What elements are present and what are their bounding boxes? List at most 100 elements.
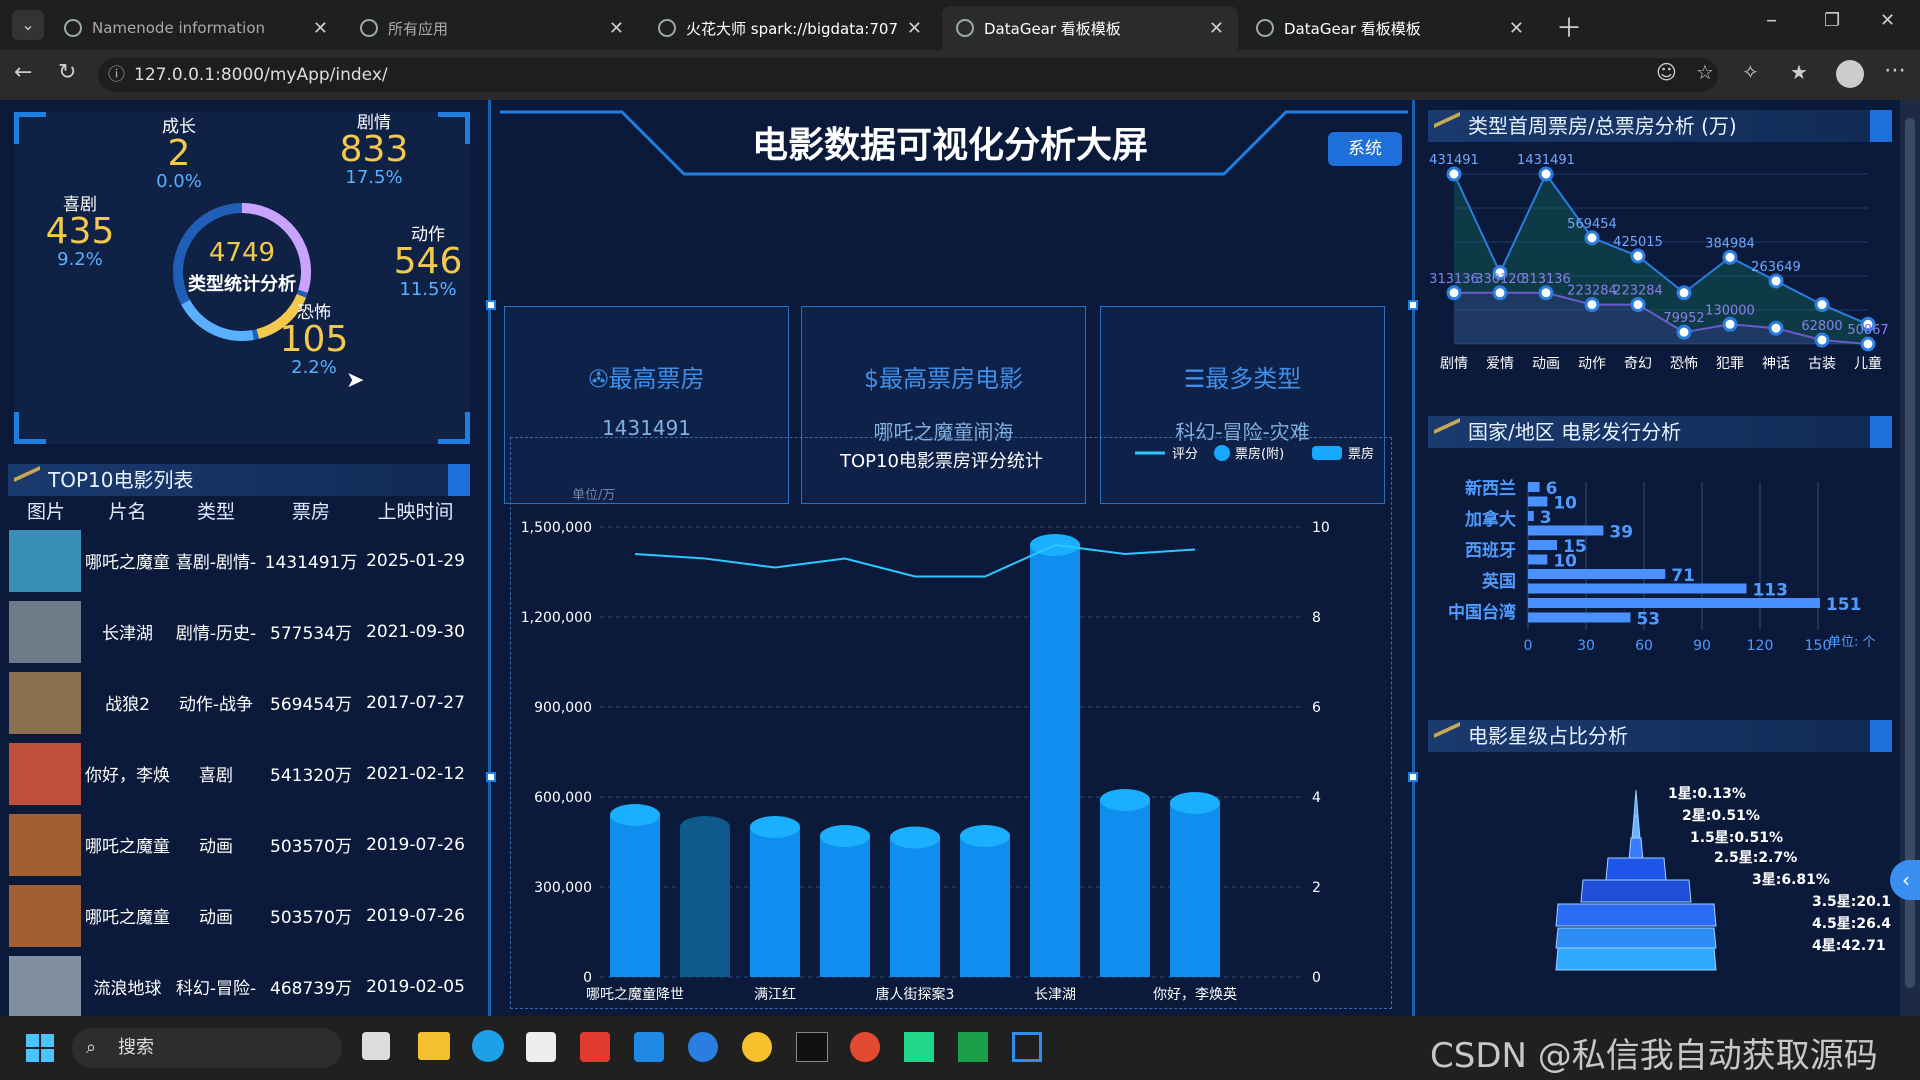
system-button[interactable]: 系统 [1328,132,1402,166]
table-row[interactable]: 长津湖 剧情-历史- 577534万 2021-09-30 [8,596,470,667]
new-tab-icon[interactable]: ＋ [1556,8,1582,45]
data-label: 263649 [1751,260,1801,275]
pyramid-layer [1631,815,1641,839]
globe-icon [658,19,676,37]
resize-handle[interactable] [486,300,496,310]
excel-icon[interactable] [958,1032,988,1062]
table-row[interactable]: 流浪地球 科幻-冒险- 468739万 2019-02-05 [8,951,470,1022]
y-tick-label: 300,000 [534,880,592,896]
poster-image [9,813,81,876]
scrollbar-thumb[interactable] [1905,118,1915,988]
data-label: 223284 [1613,284,1663,299]
task-view-icon[interactable] [362,1032,390,1060]
bar-cap [960,825,1010,847]
wps-icon[interactable] [580,1032,610,1062]
x-tick-label: 30 [1577,638,1595,654]
data-label: 431491 [1429,153,1479,168]
favorite-star-icon[interactable]: ☆ [1696,60,1714,84]
pyramid-label: 1星:0.13% [1668,786,1746,802]
bar-label: 10 [1553,494,1577,514]
country-release-chart: 0 30 60 90 120 15061033915107111315153新西兰加拿大西… [1448,478,1876,654]
tab-datagear-active[interactable]: DataGear 看板模板 ✕ [942,6,1238,50]
bar [1528,496,1548,507]
favorites-icon[interactable]: ★ [1790,60,1808,84]
side-collapse-icon[interactable]: ‹ [1890,860,1920,900]
windows-start-icon[interactable] [26,1034,54,1062]
data-label: 1431491 [1517,153,1575,168]
tab-title: Namenode information [92,19,266,37]
taskbar: ⌕ 搜索 CSDN @私信我自动获取源码 [0,1016,1920,1080]
table-row[interactable]: 哪吒之魔童 动画 503570万 2019-07-26 [8,880,470,951]
ring-item-comedy: 喜剧 435 9.2% [45,195,115,270]
x-tick-label: 60 [1635,638,1653,654]
tab-all-apps[interactable]: 所有应用 ✕ [346,6,638,50]
tab-menu-icon[interactable]: ⌄ [12,10,44,40]
cloud-app-icon[interactable] [688,1032,718,1062]
ring-item-action: 动作 546 11.5% [393,225,463,300]
app-icon[interactable] [634,1032,664,1062]
money-icon: $ [863,365,880,393]
url-field[interactable]: ⓘ 127.0.0.1:8000/myApp/index/ [98,58,1718,92]
movie-type: 喜剧-剧情- [175,553,257,573]
pycharm-icon[interactable] [904,1032,934,1062]
legend-dot [1214,445,1230,461]
close-tab-icon[interactable]: ✕ [907,18,922,39]
category-label: 英国 [1482,571,1516,592]
resize-handle[interactable] [486,772,496,782]
more-menu-icon[interactable]: ⋯ [1884,58,1906,83]
tab-datagear[interactable]: DataGear 看板模板 ✕ [1242,6,1538,50]
minimize-icon[interactable]: – [1766,8,1777,33]
back-icon[interactable]: ← [14,60,32,85]
y-tick-label: 0 [583,970,592,986]
edge-browser-icon[interactable] [472,1030,504,1062]
y2-tick-label: 8 [1312,610,1321,626]
pyramid-label: 2星:0.51% [1682,808,1760,824]
bar [890,837,940,977]
file-explorer-icon[interactable] [418,1032,450,1060]
resize-handle[interactable] [1408,772,1418,782]
pyramid-layer [1628,837,1644,861]
data-label: 79952 [1663,311,1704,326]
close-tab-icon[interactable]: ✕ [1209,18,1224,39]
close-tab-icon[interactable]: ✕ [1509,18,1524,39]
maximize-icon[interactable]: ❐ [1824,10,1840,31]
extensions-icon[interactable]: ✧ [1742,60,1759,84]
pyramid-label: 4.5星:26.4 [1812,916,1891,932]
app-icon[interactable] [850,1032,880,1062]
store-icon[interactable] [526,1032,556,1062]
movie-type: 剧情-历史- [175,624,257,644]
refresh-icon[interactable]: ↻ [58,60,76,85]
resize-handle[interactable] [1408,300,1418,310]
release-date: 2019-07-26 [366,834,465,855]
qq-icon[interactable] [742,1032,772,1062]
taskbar-search[interactable]: ⌕ 搜索 [72,1028,342,1068]
bar-label: 151 [1826,595,1862,615]
tab-namenode[interactable]: Namenode information ✕ [50,6,342,50]
page-title: 电影数据可视化分析大屏 [751,125,1148,166]
legend-label: 评分 [1172,447,1198,462]
close-tab-icon[interactable]: ✕ [609,18,624,39]
table-row[interactable]: 你好，李焕 喜剧 541320万 2021-02-12 [8,738,470,809]
pyramid-layer [1605,857,1667,881]
terminal-icon[interactable] [796,1032,828,1062]
dashboard: 4749 类型统计分析 成长 2 0.0% 剧情 833 17.5% 喜剧 435 9.2%… [0,100,1920,1018]
pyramid-label: 3星:6.81% [1752,872,1830,888]
data-point [1584,230,1600,246]
info-icon[interactable]: ⓘ [108,58,125,92]
read-aloud-icon[interactable]: ☺ [1656,60,1677,84]
pyramid-label: 1.5星:0.51% [1690,830,1783,846]
movie-type: 科幻-冒险- [175,979,257,999]
tab-spark[interactable]: 火花大师 spark://bigdata:7077 ✕ [644,6,936,50]
close-tab-icon[interactable]: ✕ [313,18,328,39]
table-row[interactable]: 战狼2 动作-战争 569454万 2017-07-27 [8,667,470,738]
movie-type: 动画 [199,908,233,928]
table-row[interactable]: 哪吒之魔童 动画 503570万 2019-07-26 [8,809,470,880]
app-icon[interactable] [1012,1032,1042,1062]
category-label: 新西兰 [1465,478,1516,499]
close-window-icon[interactable]: ✕ [1880,10,1895,31]
profile-avatar[interactable] [1836,60,1864,88]
search-icon: ⌕ [86,1037,97,1058]
table-row[interactable]: 哪吒之魔童 喜剧-剧情- 1431491万 2025-01-29 [8,525,470,596]
x-tick-label: 动画 [1532,356,1560,372]
data-label: 330120 [1475,272,1525,287]
